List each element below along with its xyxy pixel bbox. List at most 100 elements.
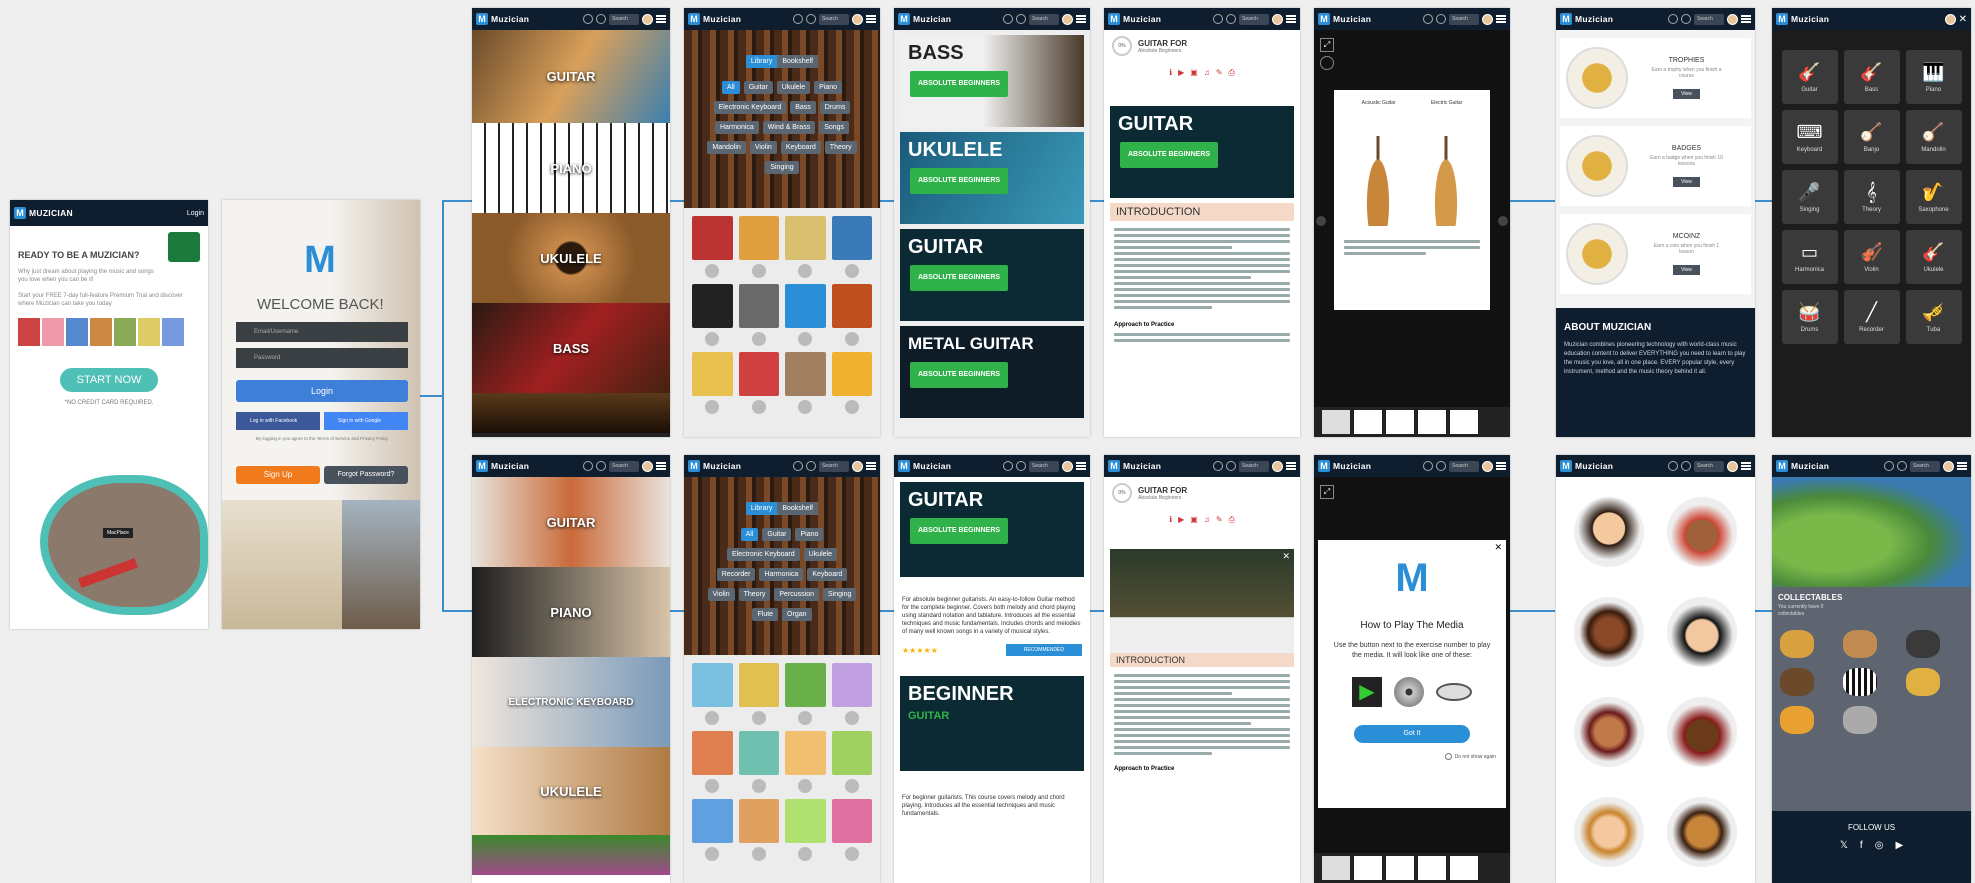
book-cover[interactable] xyxy=(831,216,872,260)
audio-icon[interactable]: ♫ xyxy=(1204,68,1210,78)
book-item[interactable] xyxy=(831,663,872,725)
add-to-shelf-icon[interactable] xyxy=(844,332,859,346)
filter-chip-ukulele[interactable]: Ukulele xyxy=(803,548,837,561)
book-item[interactable] xyxy=(738,663,779,725)
animal-collectable[interactable] xyxy=(1843,668,1877,696)
menu-icon[interactable] xyxy=(1286,15,1296,23)
book-item[interactable] xyxy=(785,731,826,793)
filter-chip-theory[interactable]: Theory xyxy=(738,588,771,601)
course-cover-beginner[interactable]: BEGINNER GUITAR xyxy=(900,676,1084,771)
instagram-icon[interactable]: ◎ xyxy=(1875,840,1884,851)
book-item[interactable] xyxy=(831,731,872,793)
fullscreen-icon[interactable]: ⤢ xyxy=(1320,38,1334,52)
book-cover[interactable] xyxy=(831,799,872,843)
add-to-shelf-icon[interactable] xyxy=(705,264,720,278)
book-cover[interactable] xyxy=(738,731,779,775)
thumbnail[interactable] xyxy=(1450,410,1478,434)
book-item[interactable] xyxy=(692,663,733,725)
help-icon[interactable] xyxy=(1016,461,1026,471)
info-icon[interactable]: ℹ xyxy=(1169,515,1172,525)
menu-icon[interactable] xyxy=(1496,15,1506,23)
avatar-option[interactable] xyxy=(1667,497,1738,567)
add-to-shelf-icon[interactable] xyxy=(798,400,813,414)
email-field[interactable]: Email/Username xyxy=(236,322,408,342)
tab-bookshelf[interactable]: Bookshelf xyxy=(777,502,819,515)
facebook-login-button[interactable]: Log in with Facebook xyxy=(236,412,320,430)
fullscreen-icon[interactable]: ⤢ xyxy=(1320,485,1334,499)
add-to-shelf-icon[interactable] xyxy=(751,779,766,793)
help-icon[interactable] xyxy=(1226,461,1236,471)
view-award-button[interactable]: View xyxy=(1673,176,1700,187)
filter-chip-electronic-keyboard[interactable]: Electronic Keyboard xyxy=(726,548,800,561)
help-icon[interactable] xyxy=(1016,14,1026,24)
filter-chip-recorder[interactable]: Recorder xyxy=(716,568,756,581)
login-button[interactable]: Login xyxy=(236,380,408,402)
add-to-shelf-icon[interactable] xyxy=(798,332,813,346)
filter-chip-wind-brass[interactable]: Wind & Brass xyxy=(762,121,816,134)
book-item[interactable] xyxy=(738,731,779,793)
book-cover[interactable] xyxy=(785,284,826,328)
instrument-tile-theory[interactable]: 𝄞 Theory xyxy=(1843,170,1900,224)
avatar[interactable] xyxy=(1272,460,1283,472)
help-icon[interactable] xyxy=(596,14,606,24)
help-icon[interactable] xyxy=(1436,461,1446,471)
recommended-button[interactable]: RECOMMENDED xyxy=(1005,644,1082,656)
menu-icon[interactable] xyxy=(1076,462,1086,470)
filter-chip-harmonica[interactable]: Harmonica xyxy=(714,121,759,134)
book-item[interactable] xyxy=(831,216,872,278)
add-to-shelf-icon[interactable] xyxy=(798,847,813,861)
instrument-band-bass[interactable]: BASS xyxy=(472,303,670,393)
help-icon[interactable] xyxy=(1226,14,1236,24)
add-icon[interactable] xyxy=(1213,14,1223,24)
help-icon[interactable] xyxy=(806,461,816,471)
book-item[interactable] xyxy=(692,352,733,414)
book-cover[interactable] xyxy=(692,284,733,328)
add-to-shelf-icon[interactable] xyxy=(751,264,766,278)
thumbnail[interactable] xyxy=(1322,410,1350,434)
menu-icon[interactable] xyxy=(1741,15,1751,23)
add-icon[interactable] xyxy=(1003,461,1013,471)
thumbnail[interactable] xyxy=(1418,856,1446,880)
course-card-ukulele[interactable]: UKULELE ABSOLUTE BEGINNERS xyxy=(900,132,1084,224)
search-input[interactable]: Search xyxy=(1239,460,1269,472)
avatar-option[interactable] xyxy=(1667,597,1738,667)
filter-chip-singing[interactable]: Singing xyxy=(765,161,799,174)
book-cover[interactable] xyxy=(738,352,779,396)
add-to-shelf-icon[interactable] xyxy=(705,711,720,725)
book-cover[interactable] xyxy=(692,352,733,396)
filter-chip-keyboard[interactable]: Keyboard xyxy=(807,568,848,581)
search-input[interactable]: Search xyxy=(1694,13,1724,25)
search-input[interactable]: Search xyxy=(1029,460,1059,472)
book-item[interactable] xyxy=(831,799,872,861)
instrument-tile-drums[interactable]: 🥁 Drums xyxy=(1781,290,1838,344)
book-item[interactable] xyxy=(692,284,733,346)
filter-chip-bass[interactable]: Bass xyxy=(790,101,816,114)
add-to-shelf-icon[interactable] xyxy=(751,847,766,861)
next-page-button[interactable] xyxy=(1498,216,1508,226)
add-to-shelf-icon[interactable] xyxy=(705,847,720,861)
book-item[interactable] xyxy=(738,799,779,861)
search-input[interactable]: Search xyxy=(1029,13,1059,25)
animal-collectable[interactable] xyxy=(1780,706,1814,734)
course-card-metal-guitar[interactable]: METAL GUITAR ABSOLUTE BEGINNERS xyxy=(900,326,1084,418)
close-modal-icon[interactable]: ✕ xyxy=(1494,542,1502,553)
book-item[interactable] xyxy=(692,216,733,278)
search-input[interactable]: Search xyxy=(609,460,639,472)
search-input[interactable]: Search xyxy=(1694,460,1724,472)
menu-icon[interactable] xyxy=(1741,462,1751,470)
filter-chip-songs[interactable]: Songs xyxy=(819,121,850,134)
menu-icon[interactable] xyxy=(1076,15,1086,23)
instrument-tile-ukulele[interactable]: 🎸 Ukulele xyxy=(1905,230,1962,284)
image-icon[interactable]: ▣ xyxy=(1190,68,1198,78)
dont-show-checkbox[interactable] xyxy=(1444,753,1452,760)
instrument-tile-violin[interactable]: 🎻 Violin xyxy=(1843,230,1900,284)
avatar[interactable] xyxy=(852,460,863,472)
instrument-tile-mandolin[interactable]: 🪕 Mandolin xyxy=(1905,110,1962,164)
filter-chip-electronic-keyboard[interactable]: Electronic Keyboard xyxy=(713,101,787,114)
help-icon[interactable] xyxy=(596,461,606,471)
view-award-button[interactable]: View xyxy=(1673,264,1700,275)
course-card-bass[interactable]: BASS ABSOLUTE BEGINNERS xyxy=(900,35,1084,127)
search-input[interactable]: Search xyxy=(1449,13,1479,25)
avatar-option[interactable] xyxy=(1667,697,1738,767)
book-cover[interactable] xyxy=(692,731,733,775)
